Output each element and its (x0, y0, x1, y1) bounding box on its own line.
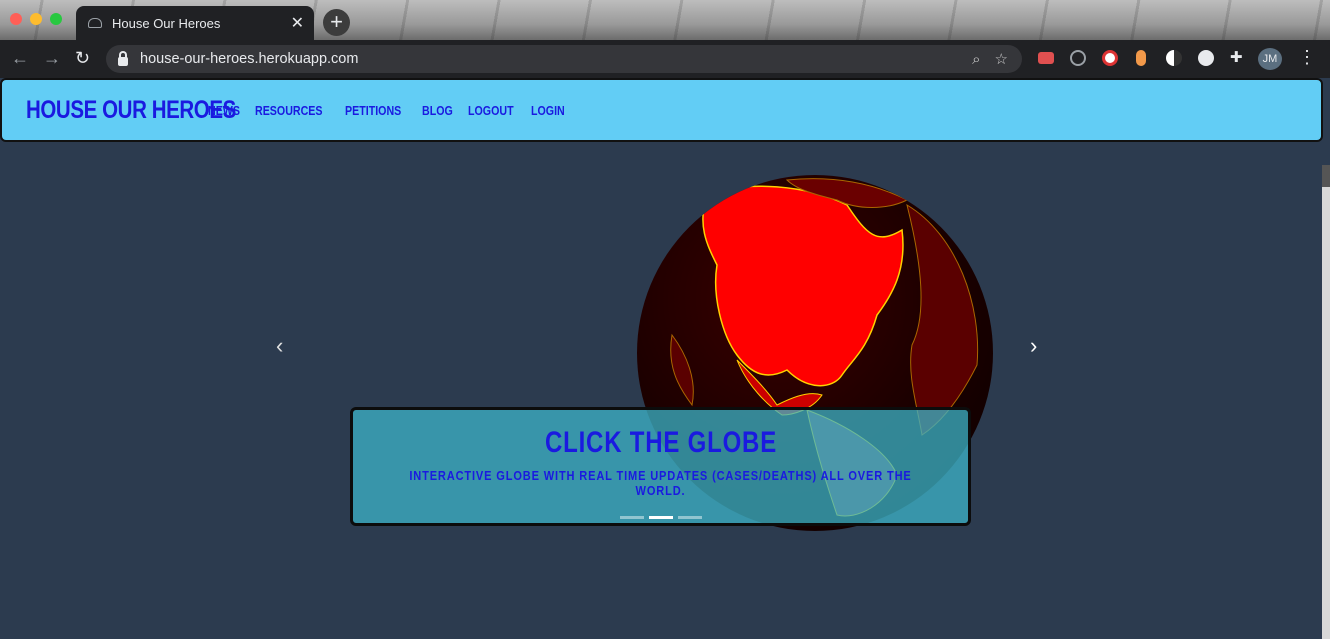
carousel-caption[interactable]: CLICK THE GLOBE INTERACTIVE GLOBE WITH R… (350, 407, 971, 526)
carousel-indicator-3[interactable] (677, 516, 702, 519)
dark-mode-extension-icon[interactable] (1166, 50, 1182, 66)
caption-subtext: INTERACTIVE GLOBE WITH REAL TIME UPDATES… (409, 468, 912, 498)
nav-links: NEWS RESOURCES PETITIONS BLOG LOGOUT LOG… (208, 103, 580, 118)
address-bar[interactable]: house-our-heroes.herokuapp.com ⌕ ☆ (106, 45, 1022, 73)
url-text[interactable]: house-our-heroes.herokuapp.com (140, 51, 972, 67)
site-brand[interactable]: HOUSE OUR HEROES (26, 96, 236, 125)
forward-icon[interactable]: → (43, 48, 61, 68)
extensions-icon[interactable]: ✚ (1230, 50, 1246, 66)
profile-avatar[interactable]: JM (1258, 48, 1282, 70)
lock-icon (118, 50, 128, 66)
block-extension-icon[interactable] (1070, 50, 1086, 66)
site-navbar: HOUSE OUR HEROES NEWS RESOURCES PETITION… (0, 78, 1323, 142)
reload-icon[interactable]: ↻ (75, 48, 90, 68)
extension-target-icon[interactable] (1102, 50, 1118, 66)
tab-favicon-icon (88, 18, 102, 28)
extension-circle-icon[interactable] (1198, 50, 1214, 66)
carousel-prev-icon[interactable]: ‹ (276, 333, 283, 359)
browser-tab[interactable]: House Our Heroes ✕ (76, 6, 314, 40)
back-icon[interactable]: ← (11, 48, 29, 68)
zoom-icon[interactable]: ⌕ (972, 51, 980, 68)
nav-news[interactable]: NEWS (208, 103, 240, 118)
star-icon[interactable]: ☆ (995, 50, 1008, 68)
page-scrollbar[interactable] (1322, 165, 1330, 639)
nav-resources[interactable]: RESOURCES (255, 103, 323, 118)
scrollbar-thumb[interactable] (1322, 165, 1330, 187)
extension-orange-icon[interactable] (1136, 50, 1146, 66)
tab-close-icon[interactable]: ✕ (291, 13, 304, 33)
carousel-next-icon[interactable]: › (1030, 333, 1037, 359)
caption-heading: CLICK THE GLOBE (544, 426, 777, 459)
carousel-indicator-1[interactable] (619, 516, 644, 519)
tab-title: House Our Heroes (112, 15, 221, 31)
carousel-indicator-2[interactable] (648, 516, 673, 519)
close-window-icon[interactable] (10, 13, 22, 25)
minimize-window-icon[interactable] (30, 13, 42, 25)
nav-petitions[interactable]: PETITIONS (345, 103, 401, 118)
carousel-indicators (353, 516, 968, 519)
browser-toolbar: ← → ↻ house-our-heroes.herokuapp.com ⌕ ☆… (0, 40, 1330, 78)
maximize-window-icon[interactable] (50, 13, 62, 25)
browser-tab-strip: House Our Heroes ✕ + (0, 0, 1330, 40)
nav-logout[interactable]: LOGOUT (468, 103, 514, 118)
menu-icon[interactable]: ⋮ (1298, 47, 1316, 68)
new-tab-button[interactable]: + (323, 9, 350, 36)
nav-blog[interactable]: BLOG (422, 103, 453, 118)
extension-red-icon[interactable] (1038, 52, 1054, 64)
nav-login[interactable]: LOGIN (531, 103, 565, 118)
